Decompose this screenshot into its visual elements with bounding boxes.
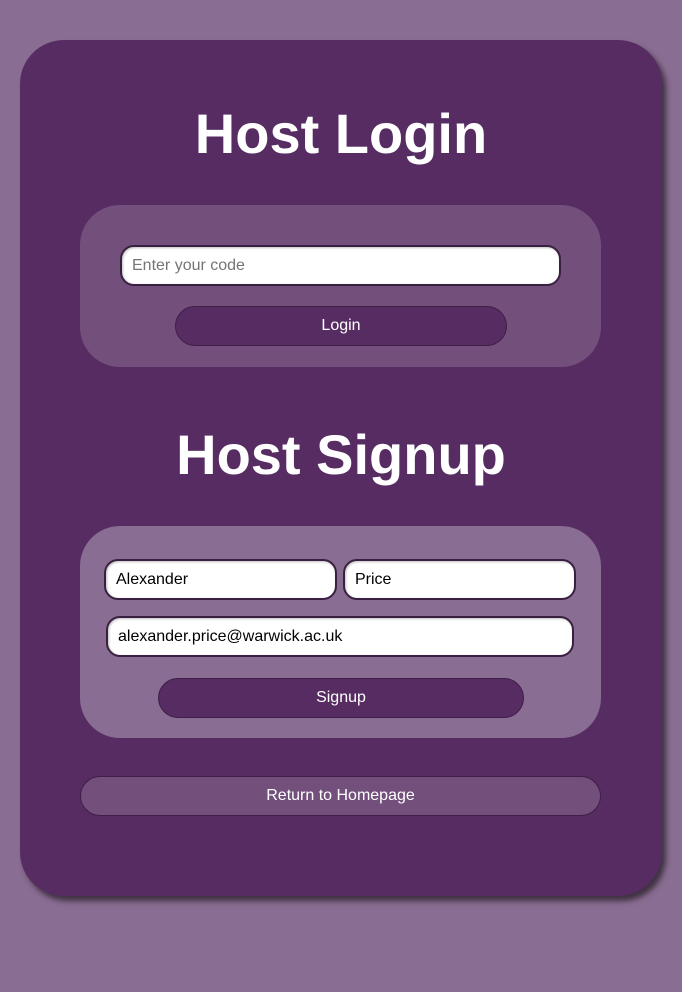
return-to-homepage-button[interactable]: Return to Homepage [80, 776, 601, 816]
login-title: Host Login [194, 102, 488, 165]
signup-panel: Signup [80, 526, 601, 738]
code-input[interactable] [120, 245, 561, 286]
signup-button[interactable]: Signup [158, 678, 524, 718]
email-input[interactable] [106, 616, 574, 657]
first-name-input[interactable] [104, 559, 337, 600]
last-name-input[interactable] [343, 559, 576, 600]
login-panel: Login [80, 205, 601, 367]
signup-title: Host Signup [176, 423, 506, 486]
login-button[interactable]: Login [175, 306, 507, 346]
host-card: Host Login Login Host Signup Signup Retu… [20, 40, 662, 896]
